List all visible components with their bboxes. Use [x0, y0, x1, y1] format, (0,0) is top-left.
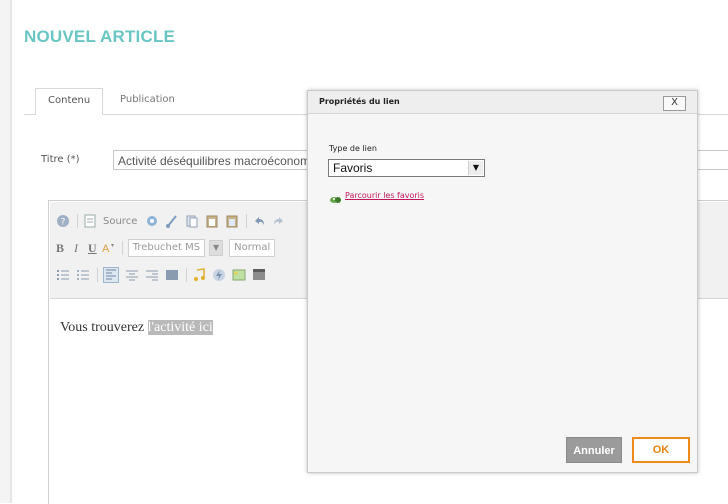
undo-icon[interactable] — [252, 214, 266, 228]
link-properties-dialog: Propriétés du lien X Type de lien Favori… — [307, 90, 698, 473]
browse-favorites-link[interactable]: Parcourir les favoris — [345, 191, 424, 200]
numbered-list-icon[interactable] — [56, 268, 70, 282]
paste-word-icon[interactable] — [225, 214, 239, 228]
editor-content[interactable]: Vous trouverez l'activité ici — [60, 320, 213, 336]
dialog-title: Propriétés du lien — [319, 97, 400, 106]
svg-text:▾: ▾ — [111, 242, 114, 249]
svg-text:?: ? — [61, 218, 66, 228]
justify-icon[interactable] — [165, 268, 179, 282]
format-select[interactable]: Normal — [229, 239, 276, 257]
close-icon[interactable]: X — [663, 96, 686, 111]
align-right-icon[interactable] — [145, 268, 159, 282]
link-type-value: Favoris — [333, 161, 373, 175]
align-left-icon[interactable] — [103, 267, 119, 283]
image-icon[interactable] — [232, 268, 246, 282]
link-type-select[interactable]: Favoris ▼ — [328, 159, 485, 177]
toolbar-row-2: B I U A ▾ Trebuchet MS ▼ Normal — [56, 237, 279, 259]
svg-text:A: A — [102, 243, 110, 255]
dialog-header: Propriétés du lien X — [308, 91, 697, 114]
font-color-icon[interactable]: A ▾ — [101, 241, 115, 255]
tab-contenu[interactable]: Contenu — [35, 88, 104, 115]
align-center-icon[interactable] — [125, 268, 139, 282]
template-icon[interactable] — [145, 214, 159, 228]
editor-text: Vous trouverez — [60, 320, 148, 335]
toolbar-separator — [97, 268, 98, 282]
link-favorites-icon — [329, 190, 342, 203]
link-type-label: Type de lien — [329, 144, 377, 153]
toolbar-separator — [186, 268, 187, 282]
video-icon[interactable] — [252, 268, 266, 282]
toolbar-row-1: ? Source — [56, 210, 292, 232]
ok-button[interactable]: OK — [632, 437, 690, 463]
cut-icon[interactable] — [165, 214, 179, 228]
bold-button[interactable]: B — [56, 241, 64, 256]
title-field-label: Titre (*) — [41, 154, 80, 165]
cancel-button[interactable]: Annuler — [566, 437, 622, 463]
page-divider — [10, 0, 12, 503]
help-icon[interactable]: ? — [56, 214, 70, 228]
underline-button[interactable]: U — [88, 241, 97, 256]
selected-text: l'activité ici — [147, 320, 213, 335]
page-left-rail — [0, 0, 10, 503]
page-title: NOUVEL ARTICLE — [24, 27, 176, 46]
tab-publication[interactable]: Publication — [108, 88, 187, 114]
bullet-list-icon[interactable] — [76, 268, 90, 282]
chevron-down-icon[interactable]: ▼ — [209, 240, 224, 256]
audio-icon[interactable] — [192, 268, 206, 282]
toolbar-separator — [121, 241, 123, 255]
toolbar-separator — [77, 214, 78, 228]
toolbar-separator — [246, 214, 248, 228]
redo-icon[interactable] — [272, 214, 286, 228]
italic-button[interactable]: I — [74, 241, 78, 256]
source-icon[interactable] — [83, 214, 97, 228]
browse-favorites-row: Parcourir les favoris — [329, 190, 424, 203]
flash-icon[interactable] — [212, 268, 226, 282]
chevron-down-icon[interactable]: ▼ — [468, 161, 483, 175]
copy-icon[interactable] — [185, 214, 199, 228]
toolbar-row-3 — [56, 264, 272, 286]
source-button[interactable]: Source — [103, 216, 137, 227]
font-name-select[interactable]: Trebuchet MS — [127, 239, 206, 257]
paste-icon[interactable] — [205, 214, 219, 228]
